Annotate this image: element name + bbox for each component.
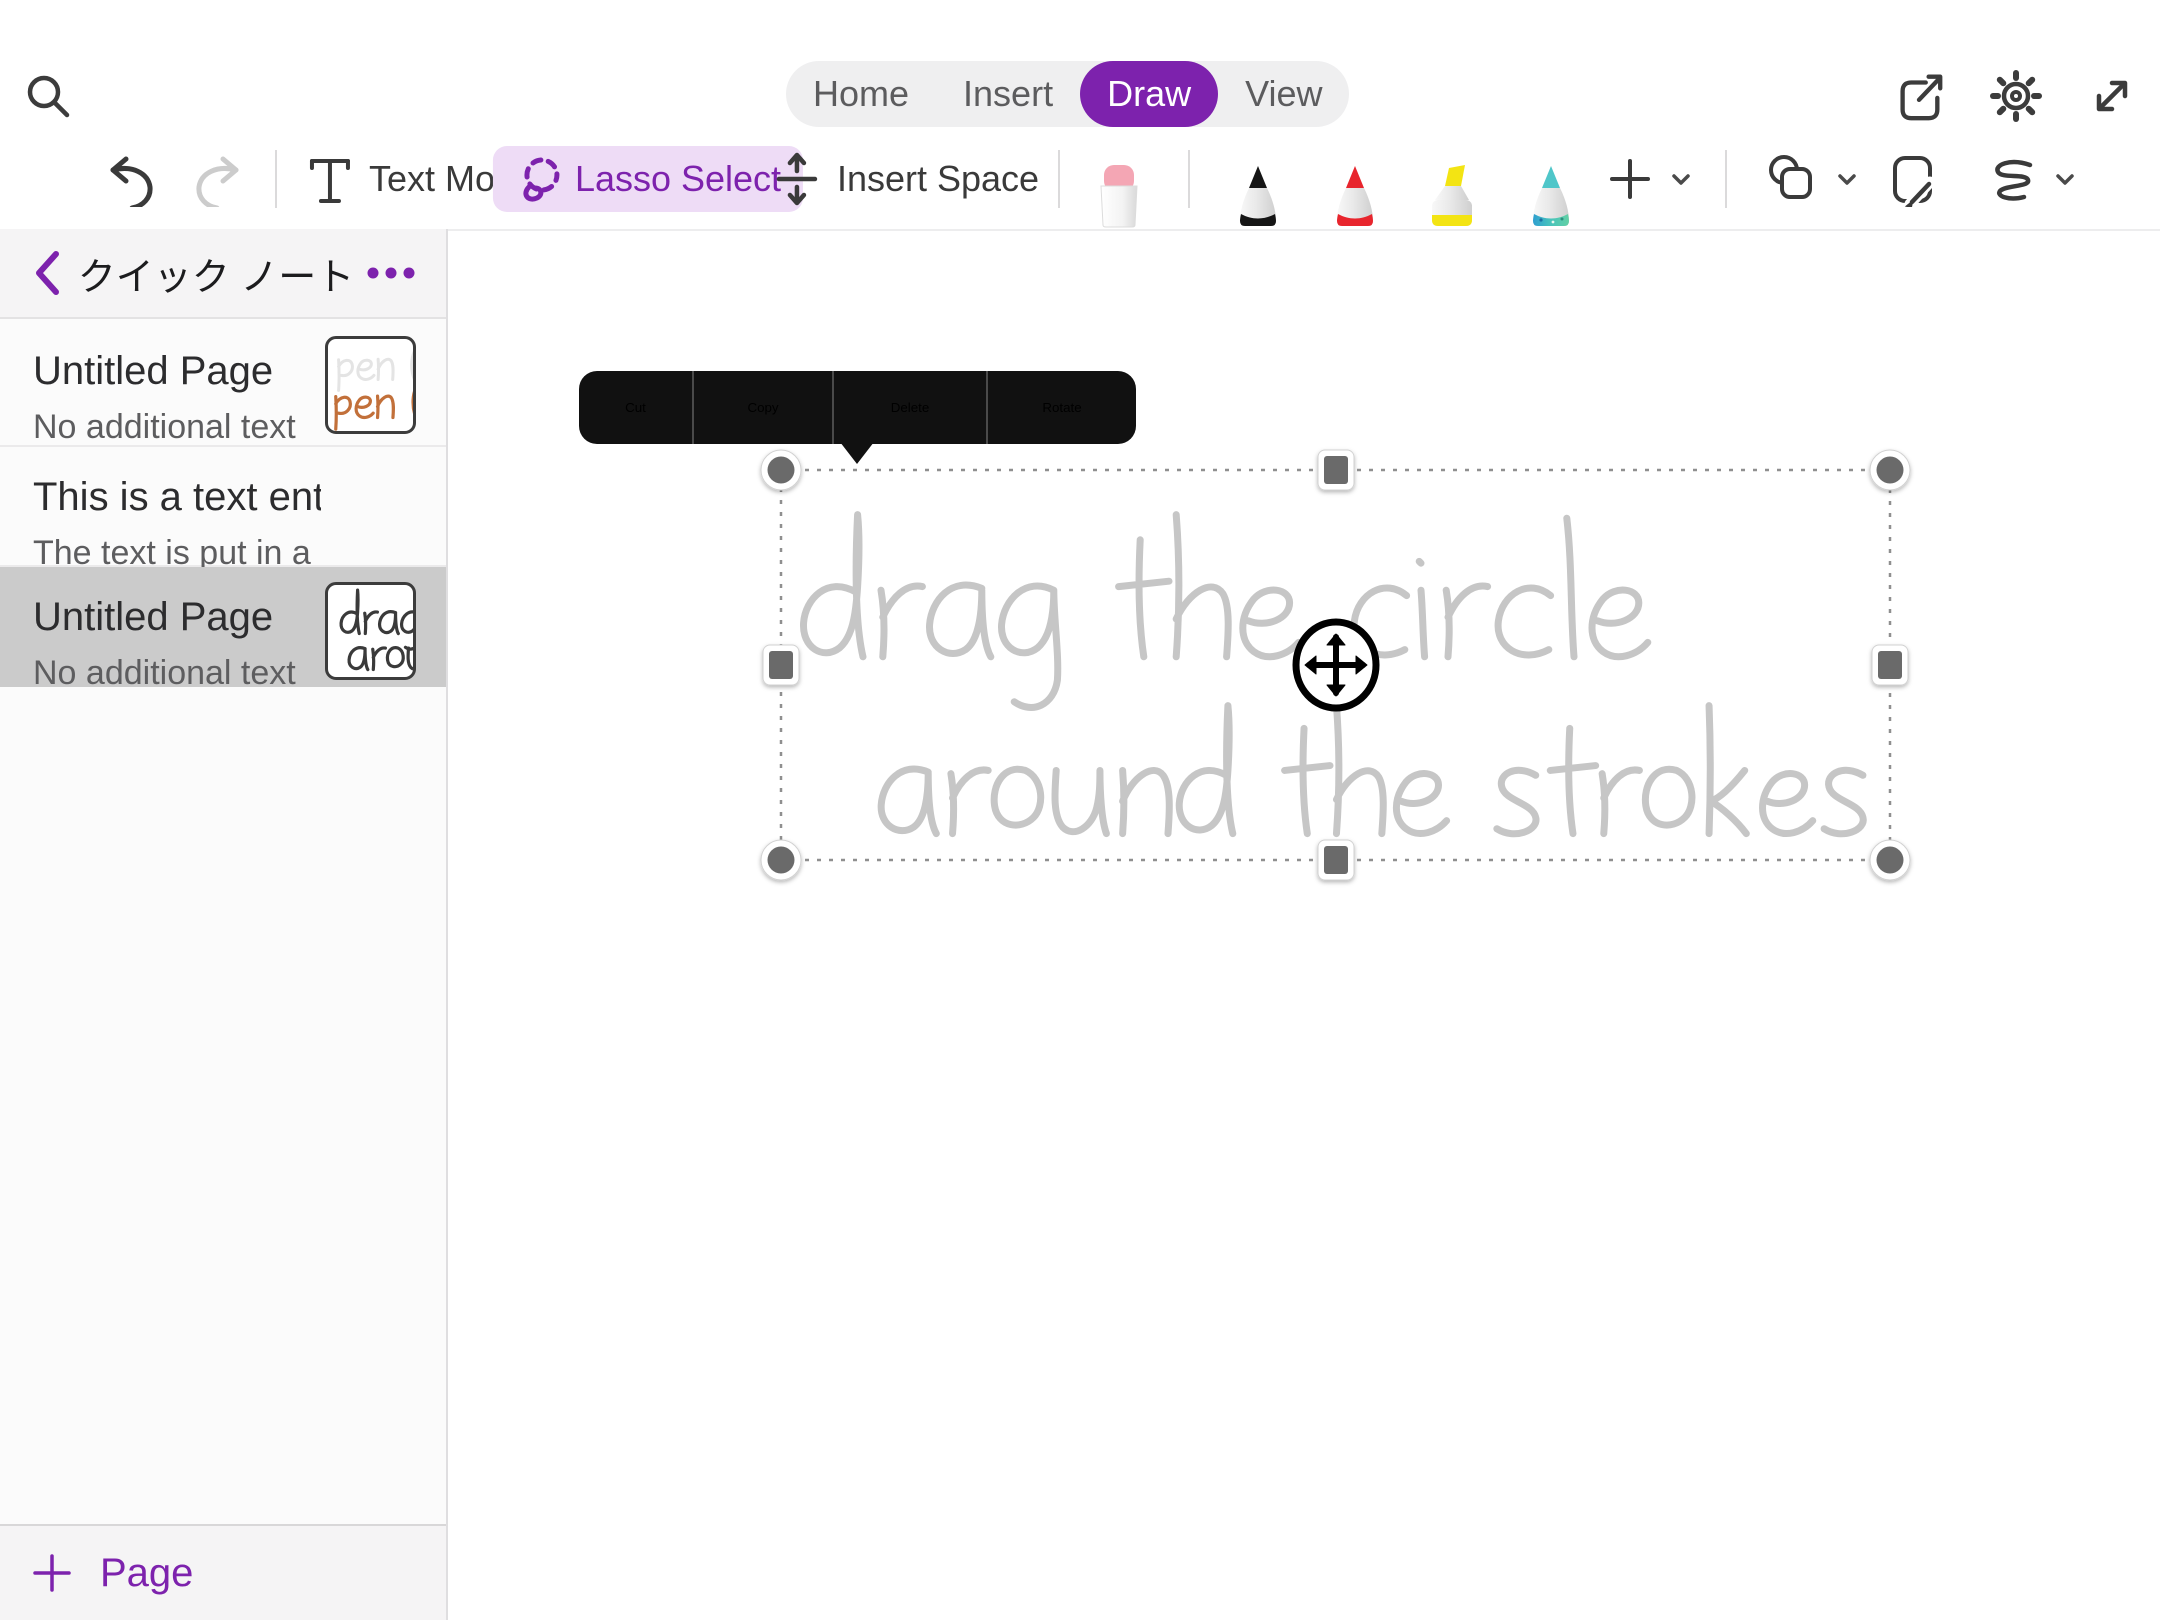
tab-home[interactable]: Home [786,61,936,127]
more-button[interactable] [362,261,420,285]
sidebar-footer: Page [0,1524,446,1620]
drawing-canvas[interactable]: Cut Copy Delete Rotate [450,231,2160,1620]
selection-handle-top-right[interactable] [1870,450,1910,490]
page-title: Untitled Page [33,595,321,640]
expand-arrows-icon [2086,70,2138,122]
pen-black-tool[interactable] [1230,165,1286,229]
add-page-label: Page [100,1551,193,1596]
share-button[interactable] [1892,69,1946,123]
black-pen-icon [1230,165,1286,229]
page-subtitle: No additional text [33,408,321,447]
toolbar-divider [275,150,277,208]
share-icon [1892,69,1946,123]
toolbar-divider [1725,150,1727,208]
page-thumbnail [325,336,416,434]
insert-space-label: Insert Space [837,158,1039,200]
chevron-left-icon [26,245,70,301]
insert-space-icon [771,151,823,207]
toolbar-divider [1188,150,1190,208]
page-thumbnail [325,582,416,680]
draw-toolbar: Text Mode Lasso Select Insert Space [0,128,2160,231]
redo-icon [194,151,250,207]
menu-copy[interactable]: Copy [692,371,832,444]
menu-delete[interactable]: Delete [832,371,986,444]
page-item[interactable]: This is a text entered in... The text is… [0,447,446,567]
highlighter-yellow-tool[interactable] [1424,165,1480,229]
page-title: Untitled Page [33,349,321,394]
shapes-button[interactable] [1764,151,1860,207]
tab-view[interactable]: View [1218,61,1349,127]
top-bar: Home Insert Draw View [0,0,2160,128]
selection-handle-top-left[interactable] [761,450,801,490]
fullscreen-button[interactable] [2086,70,2138,122]
red-pen-icon [1327,165,1383,229]
page-list: Untitled Page No additional text This is… [0,321,446,687]
redo-button[interactable] [194,151,250,207]
menu-rotate[interactable]: Rotate [986,371,1136,444]
insert-space-button[interactable]: Insert Space [771,151,1039,207]
selection-handle-bottom-right[interactable] [1870,840,1910,880]
page-sidebar: クイック ノート Untitled Page No additional tex… [0,229,448,1620]
tab-insert[interactable]: Insert [936,61,1080,127]
undo-button[interactable] [99,151,155,207]
page-title: This is a text entered in... [33,475,321,520]
selection-handle-right[interactable] [1872,645,1908,685]
teal-pen-icon [1523,165,1579,229]
selection-handle-left[interactable] [763,645,799,685]
selection-handle-top[interactable] [1318,450,1354,490]
selection-handle-bottom-left[interactable] [761,840,801,880]
chevron-down-icon [2052,166,2078,192]
context-menu-pointer [840,442,874,464]
menu-cut[interactable]: Cut [579,371,692,444]
tab-draw[interactable]: Draw [1080,61,1218,127]
text-mode-icon [305,151,355,207]
plus-icon [1606,155,1654,203]
eraser-tool[interactable] [1091,161,1147,229]
note-pen-icon [1885,151,1941,207]
gear-icon [1988,68,2044,124]
plus-icon [30,1551,74,1595]
eraser-icon [1091,161,1147,229]
ellipsis-icon [362,261,420,285]
top-actions [1892,68,2138,124]
settings-button[interactable] [1988,68,2044,124]
add-pen-button[interactable] [1606,155,1694,203]
undo-icon [99,151,155,207]
lasso-select-label: Lasso Select [575,158,781,200]
notebook-title: クイック ノート [70,246,362,301]
yellow-highlighter-icon [1424,165,1480,229]
lasso-select-button[interactable]: Lasso Select [493,146,803,212]
pen-teal-galaxy-tool[interactable] [1523,165,1579,229]
page-item-selected[interactable]: Untitled Page No additional text [0,567,446,687]
sticky-note-button[interactable] [1885,151,1941,207]
chevron-down-icon [1834,166,1860,192]
search-button[interactable] [22,70,74,122]
ink-squiggle-button[interactable] [1984,152,2078,206]
add-page-button[interactable]: Page [30,1551,193,1596]
page-item[interactable]: Untitled Page No additional text [0,321,446,447]
page-subtitle: No additional text [33,654,321,693]
selection-context-menu: Cut Copy Delete Rotate [579,371,1136,444]
ribbon-tab-bar: Home Insert Draw View [786,61,1349,127]
chevron-down-icon [1668,166,1694,192]
back-button[interactable] [26,245,70,301]
shapes-icon [1764,151,1820,207]
search-icon [22,70,74,122]
move-handle[interactable] [1296,622,1376,708]
selection-handle-bottom[interactable] [1318,840,1354,880]
toolbar-divider [1058,150,1060,208]
squiggle-icon [1984,152,2038,206]
pen-red-tool[interactable] [1327,165,1383,229]
lasso-icon [515,153,565,205]
sidebar-header: クイック ノート [0,229,446,319]
